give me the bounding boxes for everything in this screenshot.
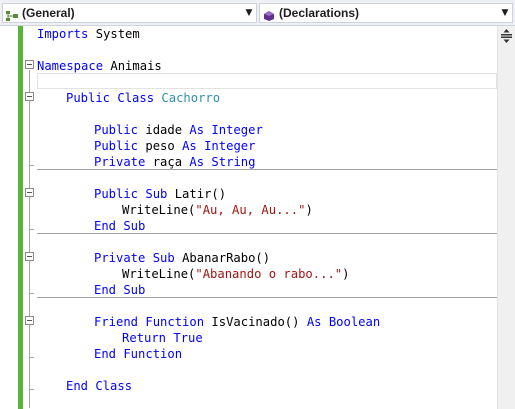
chevron-down-icon[interactable]: ▼ [242, 8, 256, 18]
code-line-end-class: End Class [66, 378, 132, 394]
split-window-icon[interactable] [500, 28, 513, 43]
procedure-separator [37, 233, 497, 234]
identifier: WriteLine( [122, 267, 196, 281]
type-name: Cachorro [161, 91, 221, 105]
outline-tick [29, 357, 34, 358]
keyword: End Function [94, 347, 183, 361]
keyword: End Class [66, 379, 133, 393]
keyword: Namespace [37, 59, 104, 73]
navigation-bar: (General) ▼ (Declarations) ▼ [0, 0, 515, 26]
keyword: As Integer [182, 139, 256, 153]
code-line-writeline-abanarrabo: WriteLine("Abanando o rabo...") [122, 266, 349, 282]
code-line-field-peso: Public peso As Integer [94, 138, 255, 154]
outlining-margin [23, 26, 37, 409]
string-literal: "Abanando o rabo..." [195, 267, 343, 281]
code-line-function-isvacinado: Friend Function IsVacinado() As Boolean [94, 314, 380, 330]
member-dropdown-label: (Declarations) [279, 6, 360, 20]
collapse-abanarrabo-icon[interactable] [25, 252, 34, 261]
code-line-namespace: Namespace Animais [37, 58, 162, 74]
identifier: raça [152, 155, 183, 169]
class-icon [5, 7, 19, 21]
outline-tick [29, 165, 34, 166]
keyword: Private [94, 155, 146, 169]
code-text-area[interactable]: Imports System Namespace Animais Public … [37, 26, 497, 409]
code-line-sub-abanarrabo: Private Sub AbanarRabo() [94, 250, 270, 266]
code-line-sub-latir: Public Sub Latir() [94, 186, 226, 202]
punctuation: ) [342, 267, 350, 281]
collapse-isvacinado-icon[interactable] [25, 316, 34, 325]
identifier: AbanarRabo() [182, 251, 271, 265]
code-line-imports: Imports System [37, 26, 140, 42]
outline-tick [29, 229, 34, 230]
keyword: Private Sub [94, 251, 175, 265]
identifier: IsVacinado() [211, 315, 300, 329]
type-dropdown-label: (General) [22, 6, 75, 20]
outline-tick [29, 293, 34, 294]
identifier: System [88, 27, 140, 41]
keyword: As Boolean [306, 315, 381, 329]
code-line-end-sub: End Sub [94, 282, 145, 298]
collapse-class-icon[interactable] [25, 92, 34, 101]
code-line-end-function: End Function [94, 346, 182, 362]
chevron-down-icon[interactable]: ▼ [498, 8, 512, 18]
keyword: Public [94, 139, 139, 153]
selection-margin[interactable] [0, 26, 18, 409]
keyword: End Sub [94, 219, 146, 233]
identifier: Latir() [174, 187, 227, 201]
code-line-writeline-latir: WriteLine("Au, Au, Au...") [122, 202, 313, 218]
current-line-highlight [37, 73, 497, 89]
identifier: Animais [103, 59, 162, 73]
keyword: End Sub [94, 283, 146, 297]
code-line-field-idade: Public idade As Integer [94, 122, 263, 138]
member-dropdown[interactable]: (Declarations) ▼ [259, 3, 513, 23]
collapse-latir-icon[interactable] [25, 188, 34, 197]
keyword: As String [189, 155, 256, 169]
procedure-separator [37, 297, 497, 298]
type-dropdown[interactable]: (General) ▼ [2, 3, 257, 23]
outline-tick [29, 389, 34, 390]
keyword: Return True [122, 331, 203, 345]
collapse-namespace-icon[interactable] [25, 60, 34, 69]
code-line-end-sub: End Sub [94, 218, 145, 234]
string-literal: "Au, Au, Au..." [195, 203, 306, 217]
keyword: As Integer [189, 123, 263, 137]
keyword: Friend Function [94, 315, 205, 329]
code-line-field-raca: Private raça As String [94, 154, 255, 170]
method-icon [262, 7, 276, 21]
code-editor[interactable]: Imports System Namespace Animais Public … [0, 26, 515, 409]
procedure-separator [37, 169, 497, 170]
identifier: WriteLine( [122, 203, 196, 217]
identifier: idade [145, 123, 183, 137]
keyword: Public Sub [94, 187, 168, 201]
code-line-return: Return True [122, 330, 203, 346]
identifier: peso [145, 139, 175, 153]
punctuation: ) [305, 203, 313, 217]
vertical-scrollbar[interactable] [497, 26, 515, 409]
keyword: Public [94, 123, 139, 137]
keyword: Imports [37, 27, 89, 41]
code-line-class: Public Class Cachorro [66, 90, 220, 106]
keyword: Public Class [66, 91, 155, 105]
